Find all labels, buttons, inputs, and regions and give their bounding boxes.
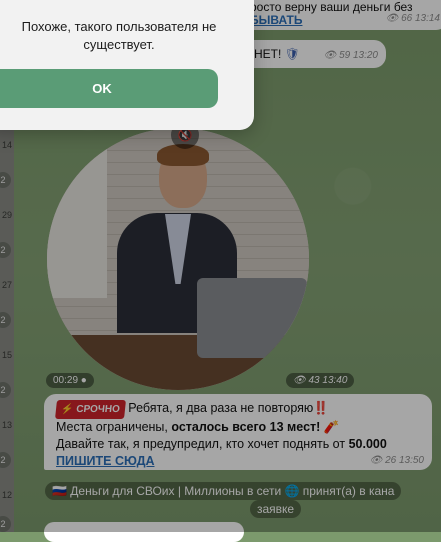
- message-bubble[interactable]: [44, 522, 244, 542]
- video-views-time: 43 13:40: [308, 375, 348, 386]
- message-text: росто верну ваши деньги без: [250, 0, 413, 14]
- eye-icon: 👁: [369, 455, 383, 466]
- chat-list-count: 13: [1, 420, 12, 430]
- service-message-line-2: заявке: [250, 500, 302, 518]
- dialog-message: Похоже, такого пользователя не существуе…: [21, 19, 217, 52]
- firecracker-icon: 🧨: [323, 420, 340, 434]
- message-meta: 👁 59 13:20: [324, 50, 378, 61]
- eye-icon: 👁: [293, 375, 306, 386]
- chat-list-count: 29: [1, 210, 12, 220]
- message-views-time: 59 13:20: [339, 50, 378, 61]
- message-line-3-pre: Давайте так, я предупредил, кто хочет по…: [56, 437, 349, 451]
- chat-list-count: 14: [1, 140, 12, 150]
- video-laptop: [197, 278, 307, 358]
- unread-badge[interactable]: 2: [0, 242, 11, 258]
- video-meta: 👁 43 13:40: [286, 373, 355, 388]
- service-message-line-1: 🇷🇺 Деньги для СВОих | Миллионы в сети 🌐 …: [45, 482, 402, 500]
- chat-list-count: 15: [1, 350, 12, 360]
- eye-icon: 👁: [323, 50, 337, 61]
- message-line-1: Ребята, я два раза не повторяю‼️: [128, 401, 329, 415]
- video-message[interactable]: [47, 128, 309, 390]
- message-line-3-bold: 50.000: [348, 437, 387, 451]
- unread-badge[interactable]: 2: [0, 382, 11, 398]
- message-text-wrap: НЕТ! 🛡: [254, 47, 300, 61]
- video-duration-text: 00:29: [53, 375, 79, 386]
- write-here-link[interactable]: ПИШИТЕ СЮДА: [56, 454, 155, 468]
- service-message: 🇷🇺 Деньги для СВОих | Миллионы в сети 🌐 …: [45, 482, 441, 520]
- message-views-time: 66 13:14: [401, 13, 440, 24]
- message-views-time: 26 13:50: [385, 455, 424, 466]
- video-duration: 00:29 ●: [46, 373, 94, 388]
- message-bubble[interactable]: НЕТ! 🛡 👁 59 13:20: [236, 40, 386, 68]
- urgent-tag: ⚡ СРОЧНО: [55, 400, 126, 419]
- shield-icon: 🛡: [284, 47, 300, 61]
- chat-list-count: 27: [1, 280, 12, 290]
- message-line-2-bold: осталось всего 13 мест!: [171, 420, 321, 434]
- unread-badge[interactable]: 2: [0, 172, 11, 188]
- message-meta: 👁 26 13:50: [370, 455, 424, 466]
- message-meta: 👁 66 13:14: [386, 13, 440, 24]
- unread-badge[interactable]: 2: [0, 452, 11, 468]
- message-line-2-pre: Места ограничены,: [56, 420, 172, 434]
- message-text: НЕТ!: [254, 47, 282, 61]
- alert-dialog: Похоже, такого пользователя не существуе…: [0, 0, 254, 130]
- unread-badge[interactable]: 2: [0, 312, 11, 328]
- ok-button[interactable]: OK: [0, 69, 218, 108]
- chat-list-count: 12: [1, 490, 12, 500]
- message-bubble[interactable]: ⚡ СРОЧНО Ребята, я два раза не повторяю‼…: [44, 394, 432, 470]
- unread-badge[interactable]: 2: [0, 516, 11, 532]
- eye-icon: 👁: [385, 13, 399, 24]
- message-link[interactable]: БЫВАТЬ: [250, 13, 302, 27]
- message-bubble[interactable]: росто верну ваши деньги без БЫВАТЬ 👁 66 …: [236, 0, 441, 30]
- video-frame-window: [47, 128, 107, 298]
